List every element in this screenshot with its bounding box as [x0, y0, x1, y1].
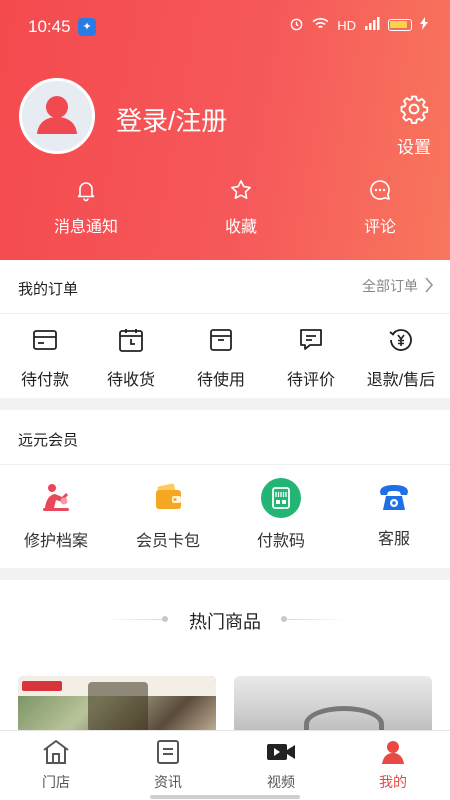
order-pending-review-label: 待评价 — [286, 372, 335, 389]
favorites-label: 收藏 — [224, 219, 257, 236]
order-pending-receipt-label: 待收货 — [106, 372, 155, 389]
customer-service-label: 客服 — [377, 531, 410, 548]
wallet-card-icon — [32, 330, 58, 357]
chevron-right-icon — [424, 276, 434, 296]
calendar-icon — [118, 329, 144, 357]
membership-title: 远元会员 — [18, 432, 79, 449]
box-icon — [208, 329, 234, 357]
product-logo — [22, 681, 62, 691]
tab-news[interactable]: 资讯 — [128, 739, 208, 792]
star-icon — [229, 180, 253, 206]
membership-divider — [0, 464, 450, 465]
notifications-label: 消息通知 — [53, 219, 118, 236]
hot-title-line-right — [286, 619, 348, 620]
tab-news-label: 资讯 — [154, 774, 182, 790]
bell-icon — [74, 182, 98, 206]
order-refund-label: 退款/售后 — [366, 372, 436, 389]
telephone-icon — [376, 485, 412, 520]
orders-divider — [0, 313, 450, 314]
order-pending-review[interactable]: 待评价 — [266, 327, 356, 390]
refund-yen-icon — [388, 329, 414, 357]
settings-label: 设置 — [397, 138, 431, 157]
settings-button[interactable]: 设置 — [393, 94, 435, 158]
member-card-wallet-button[interactable]: 会员卡包 — [112, 480, 224, 551]
video-icon — [266, 744, 296, 769]
hot-products-title: 热门商品 — [189, 612, 261, 632]
gear-icon — [399, 95, 429, 128]
user-avatar-icon — [37, 96, 77, 134]
signal-icon — [364, 17, 380, 33]
massage-icon — [39, 484, 73, 518]
charging-icon — [420, 17, 428, 33]
tab-mine[interactable]: 我的 — [353, 739, 433, 792]
profile-header: 10:45 ✦ HD 登录/注册 设置 消息通知 收藏 评论 — [0, 0, 450, 260]
payment-code-icon — [261, 478, 301, 522]
alarm-icon — [289, 16, 304, 34]
status-icons: HD — [289, 16, 428, 34]
order-pending-payment-label: 待付款 — [20, 372, 69, 389]
avatar[interactable] — [19, 78, 95, 154]
battery-icon — [388, 19, 412, 31]
care-records-button[interactable]: 修护档案 — [0, 480, 112, 551]
card-wallet-icon — [151, 483, 185, 518]
orders-title: 我的订单 — [18, 281, 79, 298]
order-pending-payment[interactable]: 待付款 — [0, 327, 90, 390]
product-card-1[interactable] — [18, 676, 216, 736]
status-bar: 10:45 ✦ HD — [0, 0, 450, 54]
payment-code-button[interactable]: 付款码 — [225, 478, 337, 551]
user-icon — [380, 741, 406, 769]
all-orders-label: 全部订单 — [362, 278, 418, 294]
comment-icon — [368, 180, 392, 206]
customer-service-button[interactable]: 客服 — [338, 480, 450, 549]
wifi-icon — [312, 17, 329, 33]
tab-video[interactable]: 视频 — [241, 739, 321, 792]
product-card-2[interactable] — [234, 676, 432, 736]
order-pending-receipt[interactable]: 待收货 — [86, 327, 176, 390]
favorites-button[interactable]: 收藏 — [186, 178, 296, 237]
product-image — [88, 682, 148, 732]
login-register-link[interactable]: 登录/注册 — [116, 101, 227, 138]
order-refund[interactable]: 退款/售后 — [356, 327, 446, 390]
member-card-wallet-label: 会员卡包 — [135, 533, 200, 550]
order-pending-use[interactable]: 待使用 — [176, 327, 266, 390]
care-records-label: 修护档案 — [23, 533, 88, 550]
order-pending-use-label: 待使用 — [196, 372, 245, 389]
notifications-button[interactable]: 消息通知 — [31, 178, 141, 237]
tab-mine-label: 我的 — [379, 774, 407, 790]
bottom-tab-bar: 门店 资讯 视频 我的 — [0, 730, 450, 800]
store-icon — [42, 740, 70, 769]
comments-button[interactable]: 评论 — [325, 178, 435, 237]
tab-store-label: 门店 — [42, 774, 70, 790]
payment-code-label: 付款码 — [256, 533, 305, 550]
status-time: 10:45 — [28, 17, 71, 36]
app-notification-icon: ✦ — [78, 18, 96, 36]
news-icon — [155, 740, 181, 769]
all-orders-link[interactable]: 全部订单 — [362, 276, 434, 296]
hd-label: HD — [337, 17, 356, 33]
tab-video-label: 视频 — [267, 774, 295, 790]
comments-label: 评论 — [363, 219, 396, 236]
home-indicator[interactable] — [150, 795, 300, 799]
comment-edit-icon — [298, 329, 324, 357]
tab-store[interactable]: 门店 — [16, 739, 96, 792]
